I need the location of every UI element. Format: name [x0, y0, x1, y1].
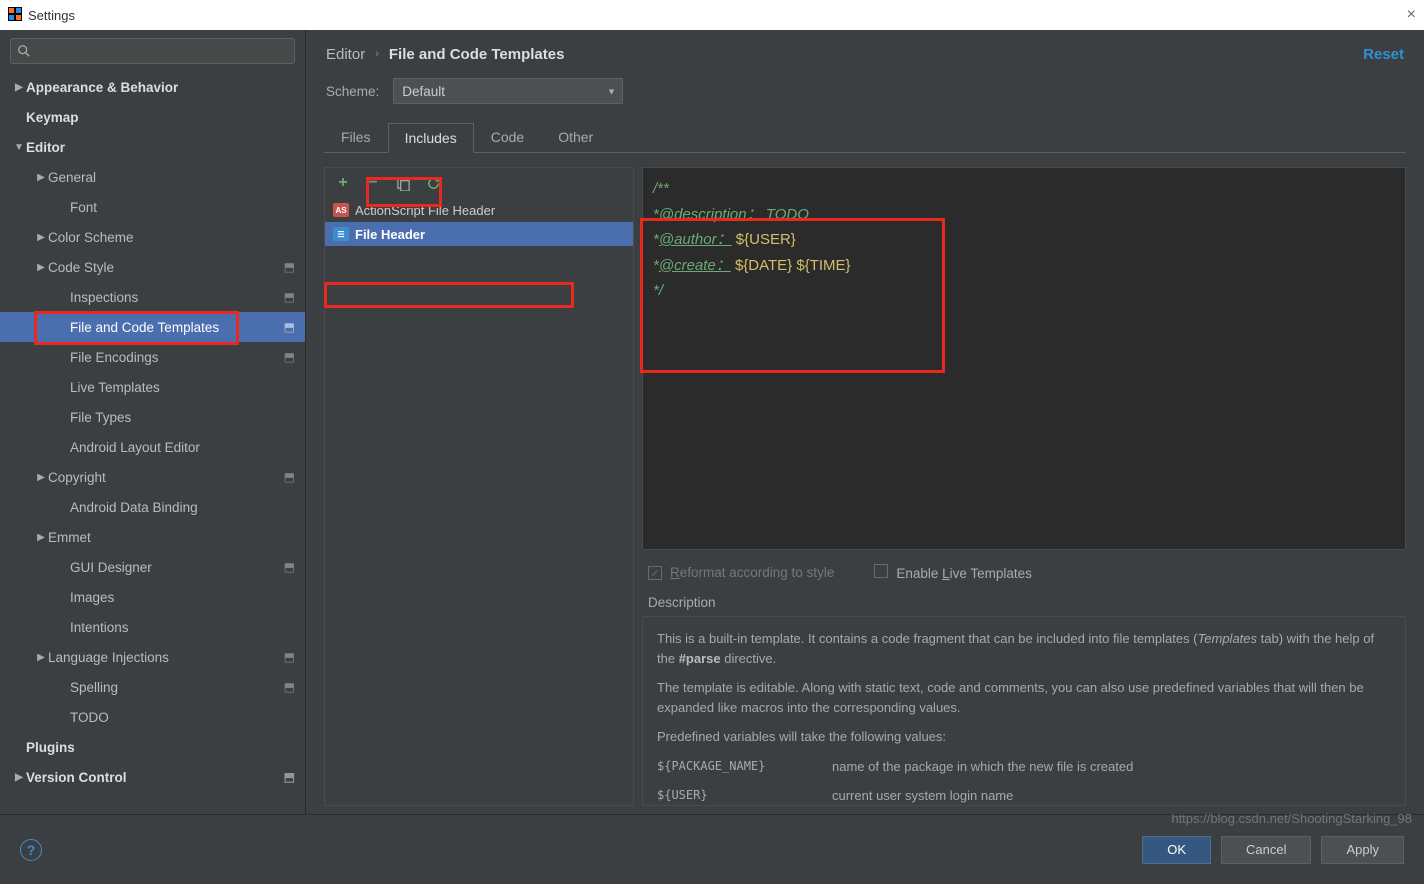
- tab-code[interactable]: Code: [474, 122, 541, 152]
- titlebar: Settings ×: [0, 0, 1424, 30]
- remove-icon[interactable]: −: [365, 175, 381, 191]
- sidebar-item-android-layout[interactable]: ▶Android Layout Editor: [0, 432, 305, 462]
- sidebar-item-intentions[interactable]: ▶Intentions: [0, 612, 305, 642]
- template-list-panel: + − AS ActionScript File Header: [324, 167, 634, 806]
- var-row: ${USER}current user system login name: [657, 786, 1391, 806]
- sidebar-item-code-style[interactable]: ▶Code Style⬒: [0, 252, 305, 282]
- description-p2: The template is editable. Along with sta…: [657, 678, 1391, 717]
- reformat-label: Reformat according to style: [670, 565, 834, 580]
- modified-icon: ⬒: [284, 320, 295, 334]
- apply-button[interactable]: Apply: [1321, 836, 1404, 864]
- reset-link[interactable]: Reset: [1363, 46, 1404, 63]
- search-input[interactable]: [10, 38, 295, 64]
- help-icon[interactable]: ?: [20, 839, 42, 861]
- search-icon: [17, 44, 31, 58]
- main-panel: Editor › File and Code Templates Reset S…: [306, 30, 1424, 814]
- sidebar-item-todo[interactable]: ▶TODO: [0, 702, 305, 732]
- sidebar-item-live-templates[interactable]: ▶Live Templates: [0, 372, 305, 402]
- dialog-footer: ? OK Cancel Apply: [0, 814, 1424, 884]
- file-badge-icon: ☰: [333, 227, 349, 241]
- description-label: Description: [642, 595, 1406, 616]
- window-title: Settings: [28, 8, 75, 23]
- template-list: AS ActionScript File Header ☰ File Heade…: [325, 198, 633, 805]
- sidebar-item-gui-designer[interactable]: ▶GUI Designer⬒: [0, 552, 305, 582]
- modified-icon: ⬒: [284, 350, 295, 364]
- chevron-right-icon: ›: [375, 48, 379, 60]
- template-tabs: Files Includes Code Other: [306, 122, 1424, 152]
- sidebar-item-android-data-binding[interactable]: ▶Android Data Binding: [0, 492, 305, 522]
- sidebar-item-plugins[interactable]: ▶Plugins: [0, 732, 305, 762]
- sidebar-item-keymap[interactable]: ▶Keymap: [0, 102, 305, 132]
- enable-live-checkbox[interactable]: [874, 564, 888, 578]
- crumb-current: File and Code Templates: [389, 46, 565, 63]
- sidebar-item-file-code-templates[interactable]: ▶File and Code Templates⬒: [0, 312, 305, 342]
- crumb-editor[interactable]: Editor: [326, 46, 365, 63]
- sidebar-item-spelling[interactable]: ▶Spelling⬒: [0, 672, 305, 702]
- cancel-button[interactable]: Cancel: [1221, 836, 1311, 864]
- reformat-checkbox: [648, 566, 662, 580]
- modified-icon: ⬒: [284, 770, 295, 784]
- refresh-icon[interactable]: [425, 175, 441, 191]
- breadcrumb: Editor › File and Code Templates Reset: [306, 30, 1424, 78]
- sidebar-item-color-scheme[interactable]: ▶Color Scheme: [0, 222, 305, 252]
- description-box: This is a built-in template. It contains…: [642, 616, 1406, 806]
- sidebar-item-images[interactable]: ▶Images: [0, 582, 305, 612]
- sidebar-item-inspections[interactable]: ▶Inspections⬒: [0, 282, 305, 312]
- app-icon: [8, 7, 22, 24]
- tab-includes[interactable]: Includes: [388, 123, 474, 153]
- sidebar-item-font[interactable]: ▶Font: [0, 192, 305, 222]
- tab-files[interactable]: Files: [324, 122, 388, 152]
- editor-options: Reformat according to style Enable Live …: [642, 550, 1406, 595]
- sidebar-item-editor[interactable]: ▼Editor: [0, 132, 305, 162]
- modified-icon: ⬒: [284, 260, 295, 274]
- sidebar-item-general[interactable]: ▶General: [0, 162, 305, 192]
- list-item-actionscript[interactable]: AS ActionScript File Header: [325, 198, 633, 222]
- scheme-label: Scheme:: [326, 84, 379, 99]
- modified-icon: ⬒: [284, 290, 295, 304]
- enable-live-label: Enable Live Templates: [896, 566, 1032, 581]
- var-row: ${PACKAGE_NAME}name of the package in wh…: [657, 757, 1391, 777]
- template-toolbar: + −: [325, 168, 633, 198]
- description-p3: Predefined variables will take the follo…: [657, 727, 1391, 747]
- sidebar-item-file-encodings[interactable]: ▶File Encodings⬒: [0, 342, 305, 372]
- list-item-file-header[interactable]: ☰ File Header: [325, 222, 633, 246]
- close-icon[interactable]: ×: [1407, 6, 1416, 24]
- settings-sidebar: ▶Appearance & Behavior ▶Keymap ▼Editor ▶…: [0, 30, 306, 814]
- sidebar-item-lang-injections[interactable]: ▶Language Injections⬒: [0, 642, 305, 672]
- settings-tree: ▶Appearance & Behavior ▶Keymap ▼Editor ▶…: [0, 72, 305, 814]
- copy-icon[interactable]: [395, 175, 411, 191]
- sidebar-item-file-types[interactable]: ▶File Types: [0, 402, 305, 432]
- modified-icon: ⬒: [284, 650, 295, 664]
- template-editor[interactable]: /** *@description： TODO *@author： ${USER…: [642, 167, 1406, 550]
- modified-icon: ⬒: [284, 560, 295, 574]
- sidebar-item-version-control[interactable]: ▶Version Control⬒: [0, 762, 305, 792]
- modified-icon: ⬒: [284, 470, 295, 484]
- add-icon[interactable]: +: [335, 175, 351, 191]
- sidebar-item-emmet[interactable]: ▶Emmet: [0, 522, 305, 552]
- ok-button[interactable]: OK: [1142, 836, 1211, 864]
- sidebar-item-copyright[interactable]: ▶Copyright⬒: [0, 462, 305, 492]
- tab-other[interactable]: Other: [541, 122, 610, 152]
- scheme-select[interactable]: Default: [393, 78, 623, 104]
- modified-icon: ⬒: [284, 680, 295, 694]
- description-p1: This is a built-in template. It contains…: [657, 629, 1391, 668]
- actionscript-badge-icon: AS: [333, 203, 349, 217]
- sidebar-item-appearance[interactable]: ▶Appearance & Behavior: [0, 72, 305, 102]
